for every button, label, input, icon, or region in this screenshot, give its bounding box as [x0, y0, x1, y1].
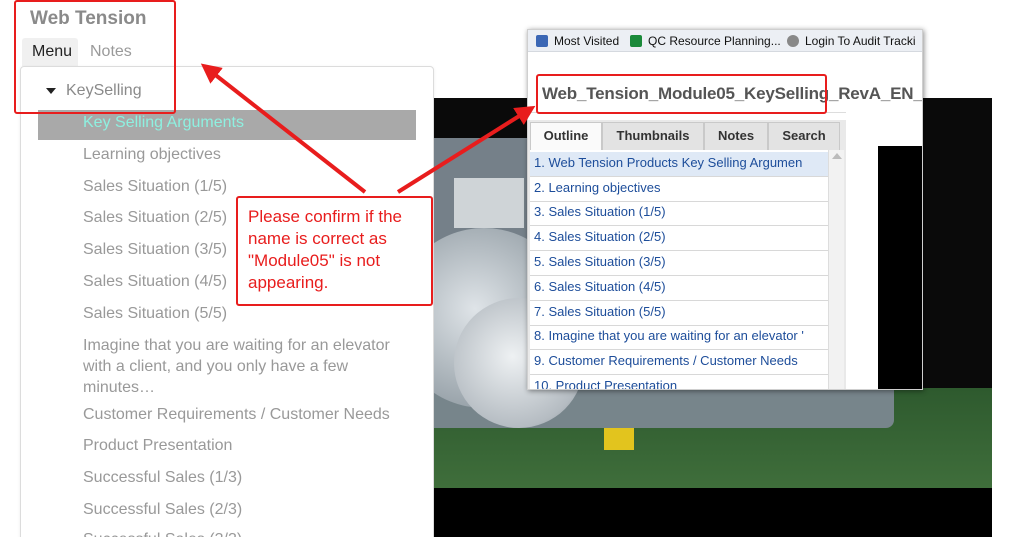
bookmark-qc-resource[interactable]: QC Resource Planning... [630, 34, 781, 48]
bookmark-folder-icon [536, 35, 548, 47]
outline-item-10[interactable]: 10. Product Presentation [530, 375, 828, 389]
bookmark-audit-tracking[interactable]: Login To Audit Tracki [787, 34, 916, 48]
tab-outline[interactable]: Outline [530, 122, 602, 150]
menu-item-sales-situation-5[interactable]: Sales Situation (5/5) [83, 303, 403, 324]
outline-item-7[interactable]: 7. Sales Situation (5/5) [530, 301, 828, 326]
outline-item-6[interactable]: 6. Sales Situation (4/5) [530, 276, 828, 301]
machine-yellow-part [604, 428, 634, 450]
menu-item-key-selling-arguments[interactable]: Key Selling Arguments [38, 110, 416, 140]
outline-item-2[interactable]: 2. Learning objectives [530, 177, 828, 202]
outline-item-1[interactable]: 1. Web Tension Products Key Selling Argu… [530, 152, 828, 177]
menu-item-successful-sales-1[interactable]: Successful Sales (1/3) [83, 467, 403, 488]
video-black-band [434, 488, 992, 537]
spreadsheet-icon [630, 35, 642, 47]
tab-notes[interactable]: Notes [704, 122, 768, 150]
outline-item-8[interactable]: 8. Imagine that you are waiting for an e… [530, 325, 828, 350]
menu-item-elevator[interactable]: Imagine that you are waiting for an elev… [83, 335, 401, 398]
tab-thumbnails[interactable]: Thumbnails [602, 122, 704, 150]
outline-item-5[interactable]: 5. Sales Situation (3/5) [530, 251, 828, 276]
menu-item-learning-objectives[interactable]: Learning objectives [83, 144, 403, 165]
highlight-box-title [536, 74, 827, 114]
outline-item-4[interactable]: 4. Sales Situation (2/5) [530, 226, 828, 251]
globe-icon [787, 35, 799, 47]
menu-item-successful-sales-2[interactable]: Successful Sales (2/3) [83, 499, 403, 520]
machine-label-plate [454, 178, 524, 228]
tab-search[interactable]: Search [768, 122, 840, 150]
bookmark-label: Login To Audit Tracki [805, 34, 916, 48]
bookmark-label: QC Resource Planning... [648, 34, 781, 48]
menu-item-successful-sales-3[interactable]: Successful Sales (3/3) [83, 529, 403, 537]
menu-item-sales-situation-1[interactable]: Sales Situation (1/5) [83, 176, 403, 197]
outline-item-9[interactable]: 9. Customer Requirements / Customer Need… [530, 350, 828, 375]
bookmarks-toolbar: Most Visited QC Resource Planning... Log… [528, 30, 922, 52]
menu-item-customer-requirements[interactable]: Customer Requirements / Customer Needs [83, 404, 403, 425]
slide-stage-dark [878, 146, 922, 389]
outline-item-3[interactable]: 3. Sales Situation (1/5) [530, 201, 828, 226]
outline-list: 1. Web Tension Products Key Selling Argu… [530, 150, 828, 389]
scroll-up-arrow-icon[interactable] [832, 153, 842, 159]
highlight-box-left [14, 0, 176, 114]
menu-item-product-presentation[interactable]: Product Presentation [83, 435, 403, 456]
bookmark-label: Most Visited [554, 34, 620, 48]
annotation-callout: Please confirm if the name is correct as… [236, 196, 433, 306]
bookmark-most-visited[interactable]: Most Visited [536, 34, 619, 48]
outline-scrollbar[interactable] [828, 150, 844, 389]
